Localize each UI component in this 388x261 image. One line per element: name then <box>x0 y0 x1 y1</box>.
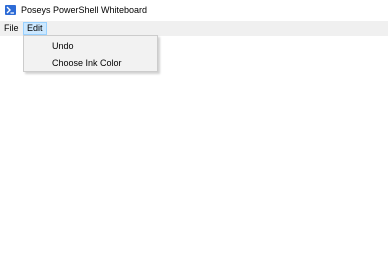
powershell-icon <box>5 5 16 15</box>
window-title: Poseys PowerShell Whiteboard <box>21 5 148 15</box>
menu-item-choose-ink-color[interactable]: Choose Ink Color <box>24 55 157 71</box>
menu-bar: File Edit <box>0 21 388 36</box>
edit-dropdown-menu: Undo Choose Ink Color <box>23 35 158 72</box>
app-window: Poseys PowerShell Whiteboard File Edit U… <box>0 0 388 261</box>
title-bar: Poseys PowerShell Whiteboard <box>0 0 388 21</box>
menu-edit[interactable]: Edit <box>23 22 47 35</box>
menu-file[interactable]: File <box>1 22 22 35</box>
menu-item-undo[interactable]: Undo <box>24 38 157 54</box>
